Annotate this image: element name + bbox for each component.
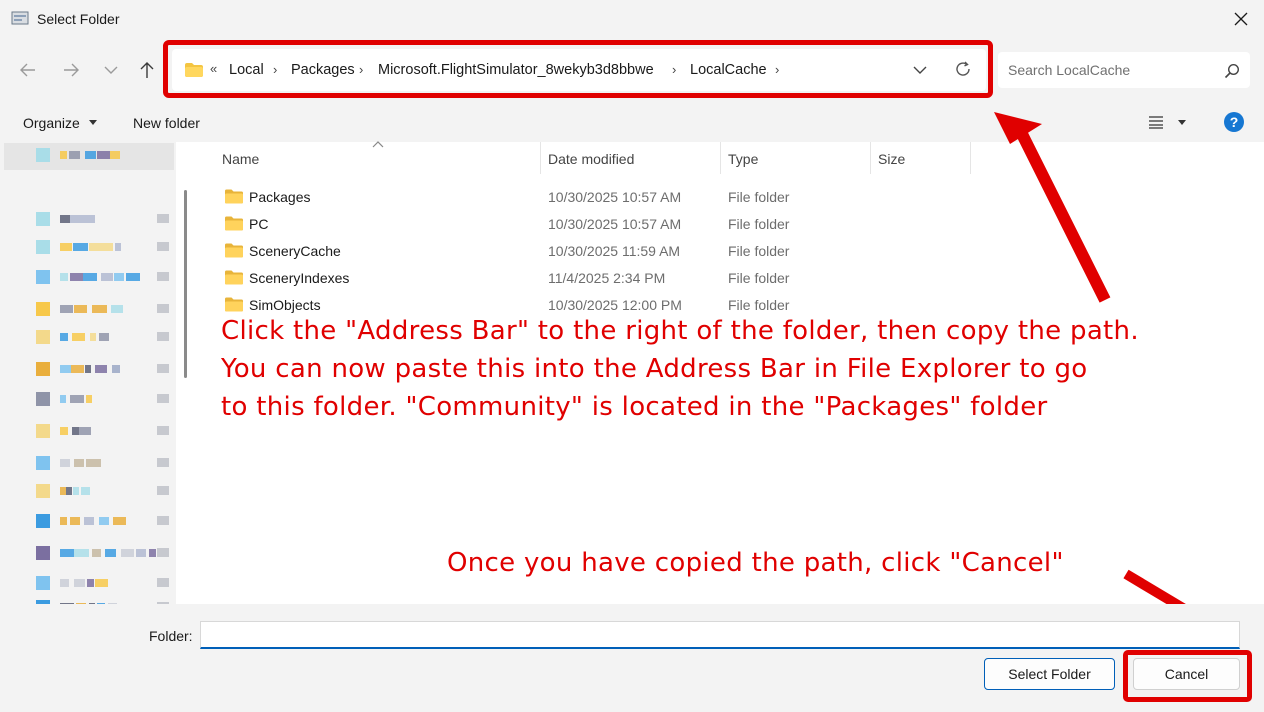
select-folder-button[interactable]: Select Folder (984, 658, 1115, 690)
cancel-button-highlight-box (1123, 650, 1252, 702)
arrow-to-address-bar (1016, 131, 1111, 303)
folder-name-input[interactable] (200, 621, 1240, 649)
folder-label: Folder: (149, 628, 193, 644)
